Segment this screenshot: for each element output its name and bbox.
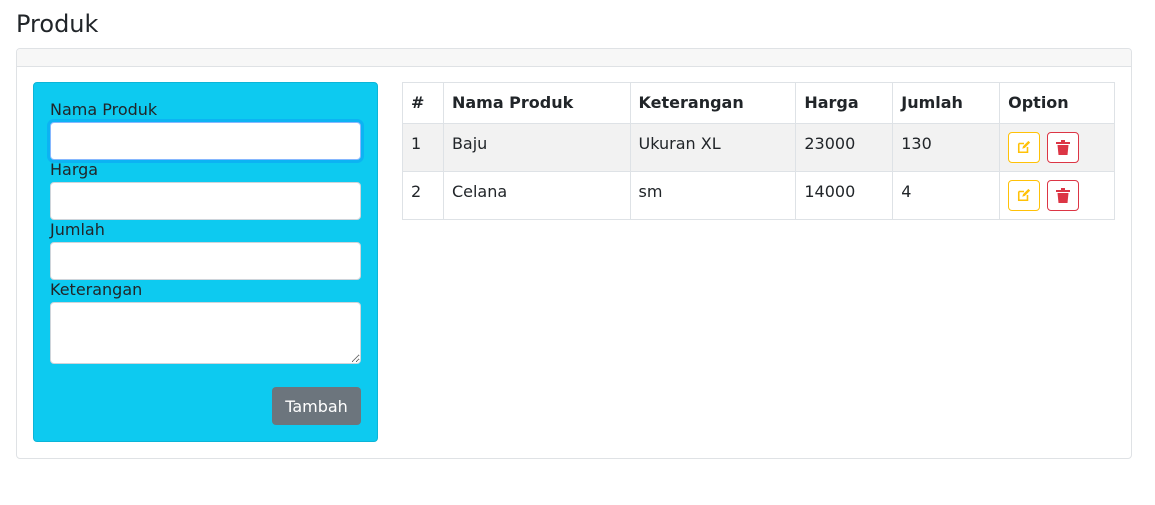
- cell-number: 1: [402, 123, 444, 172]
- edit-button[interactable]: [1008, 180, 1041, 211]
- edit-button[interactable]: [1008, 132, 1041, 163]
- keterangan-label: Keterangan: [50, 280, 143, 299]
- cell-number: 2: [402, 171, 444, 220]
- harga-input[interactable]: [50, 182, 361, 220]
- header-harga: Harga: [795, 82, 894, 124]
- header-number: #: [402, 82, 444, 124]
- tambah-button[interactable]: Tambah: [272, 387, 361, 425]
- nama-produk-label: Nama Produk: [50, 100, 158, 119]
- edit-icon: [1018, 140, 1031, 154]
- cell-harga: 14000: [795, 171, 894, 220]
- jumlah-label: Jumlah: [50, 220, 105, 239]
- table-row: 1 Baju Ukuran XL 23000 130: [402, 123, 1115, 172]
- cell-option: [999, 123, 1115, 172]
- page-title: Produk: [16, 10, 99, 38]
- cell-jumlah: 130: [892, 123, 1001, 172]
- header-option: Option: [999, 82, 1115, 124]
- cell-jumlah: 4: [892, 171, 1001, 220]
- cell-nama-produk: Celana: [442, 171, 631, 220]
- nama-produk-input[interactable]: [50, 122, 361, 160]
- delete-button[interactable]: [1047, 180, 1080, 211]
- trash-icon: [1056, 188, 1071, 203]
- cell-option: [999, 171, 1115, 220]
- cell-harga: 23000: [795, 123, 894, 172]
- harga-label: Harga: [50, 160, 99, 179]
- table-row: 2 Celana sm 14000 4: [402, 171, 1115, 220]
- edit-icon: [1018, 188, 1031, 202]
- header-jumlah: Jumlah: [892, 82, 1001, 124]
- table-header-row: # Nama Produk Keterangan Harga Jumlah Op…: [402, 82, 1115, 124]
- cell-nama-produk: Baju: [442, 123, 631, 172]
- header-keterangan: Keterangan: [629, 82, 797, 124]
- product-table: # Nama Produk Keterangan Harga Jumlah Op…: [402, 82, 1115, 220]
- product-card: Nama Produk Harga Jumlah Keterangan Tamb…: [16, 48, 1132, 459]
- product-form: Nama Produk Harga Jumlah Keterangan Tamb…: [33, 82, 378, 442]
- keterangan-textarea[interactable]: [50, 302, 361, 364]
- trash-icon: [1056, 140, 1071, 155]
- delete-button[interactable]: [1047, 132, 1080, 163]
- cell-keterangan: sm: [629, 171, 797, 220]
- card-header: [17, 49, 1131, 67]
- cell-keterangan: Ukuran XL: [629, 123, 797, 172]
- header-nama-produk: Nama Produk: [442, 82, 631, 124]
- jumlah-input[interactable]: [50, 242, 361, 280]
